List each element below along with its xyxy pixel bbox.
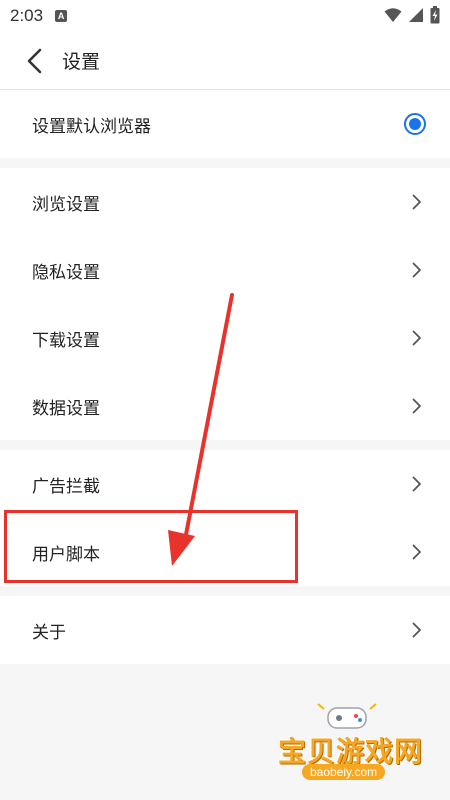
download-settings-row[interactable]: 下载设置 (0, 304, 450, 372)
page-title: 设置 (62, 52, 101, 73)
status-icons (384, 6, 440, 24)
user-scripts-row[interactable]: 用户脚本 (0, 518, 450, 586)
app-bar: 设置 (0, 32, 450, 90)
group-separator (0, 158, 450, 168)
phone-screen: 2:03 A 设置 设置默认浏览器 浏览设置 隐私设置 下载设置 数据设置 广告… (0, 0, 450, 800)
radio-selected-dot (409, 118, 421, 130)
about-row[interactable]: 关于 (0, 596, 450, 664)
set-default-browser-label: 设置默认浏览器 (32, 116, 151, 136)
default-browser-radio[interactable] (404, 113, 426, 135)
about-label: 关于 (32, 622, 66, 642)
wifi-icon (384, 8, 402, 22)
back-button[interactable] (8, 32, 60, 90)
chevron-right-icon (410, 476, 424, 492)
data-settings-row[interactable]: 数据设置 (0, 372, 450, 440)
chevron-right-icon (410, 330, 424, 346)
user-scripts-label: 用户脚本 (32, 544, 100, 564)
chevron-right-icon (410, 622, 424, 638)
chevron-right-icon (410, 194, 424, 210)
settings-group-1: 浏览设置 隐私设置 下载设置 数据设置 (0, 168, 450, 440)
gamepad-icon (317, 703, 377, 729)
status-bar: 2:03 A (0, 0, 450, 32)
data-settings-label: 数据设置 (32, 398, 100, 418)
signal-icon (409, 8, 423, 22)
battery-icon (430, 6, 440, 24)
settings-group-2: 广告拦截 用户脚本 (0, 450, 450, 586)
browse-settings-row[interactable]: 浏览设置 (0, 168, 450, 236)
settings-group-3: 关于 (0, 596, 450, 664)
notification-a-icon: A (55, 10, 68, 22)
group-separator (0, 440, 450, 450)
browse-settings-label: 浏览设置 (32, 194, 100, 214)
chevron-right-icon (410, 398, 424, 414)
watermark-url: baobeiy.com (302, 764, 386, 780)
download-settings-label: 下载设置 (32, 330, 100, 350)
chevron-right-icon (410, 544, 424, 560)
back-arrow-icon (27, 48, 42, 73)
group-separator (0, 586, 450, 596)
default-browser-group: 设置默认浏览器 (0, 90, 450, 158)
chevron-right-icon (410, 262, 424, 278)
watermark-logo: 宝贝游戏网 baobeiy.com (272, 700, 422, 790)
privacy-settings-label: 隐私设置 (32, 262, 100, 282)
set-default-browser-row[interactable]: 设置默认浏览器 (0, 90, 450, 158)
privacy-settings-row[interactable]: 隐私设置 (0, 236, 450, 304)
ad-block-label: 广告拦截 (32, 476, 100, 496)
status-time: 2:03 (10, 6, 44, 25)
ad-block-row[interactable]: 广告拦截 (0, 450, 450, 518)
